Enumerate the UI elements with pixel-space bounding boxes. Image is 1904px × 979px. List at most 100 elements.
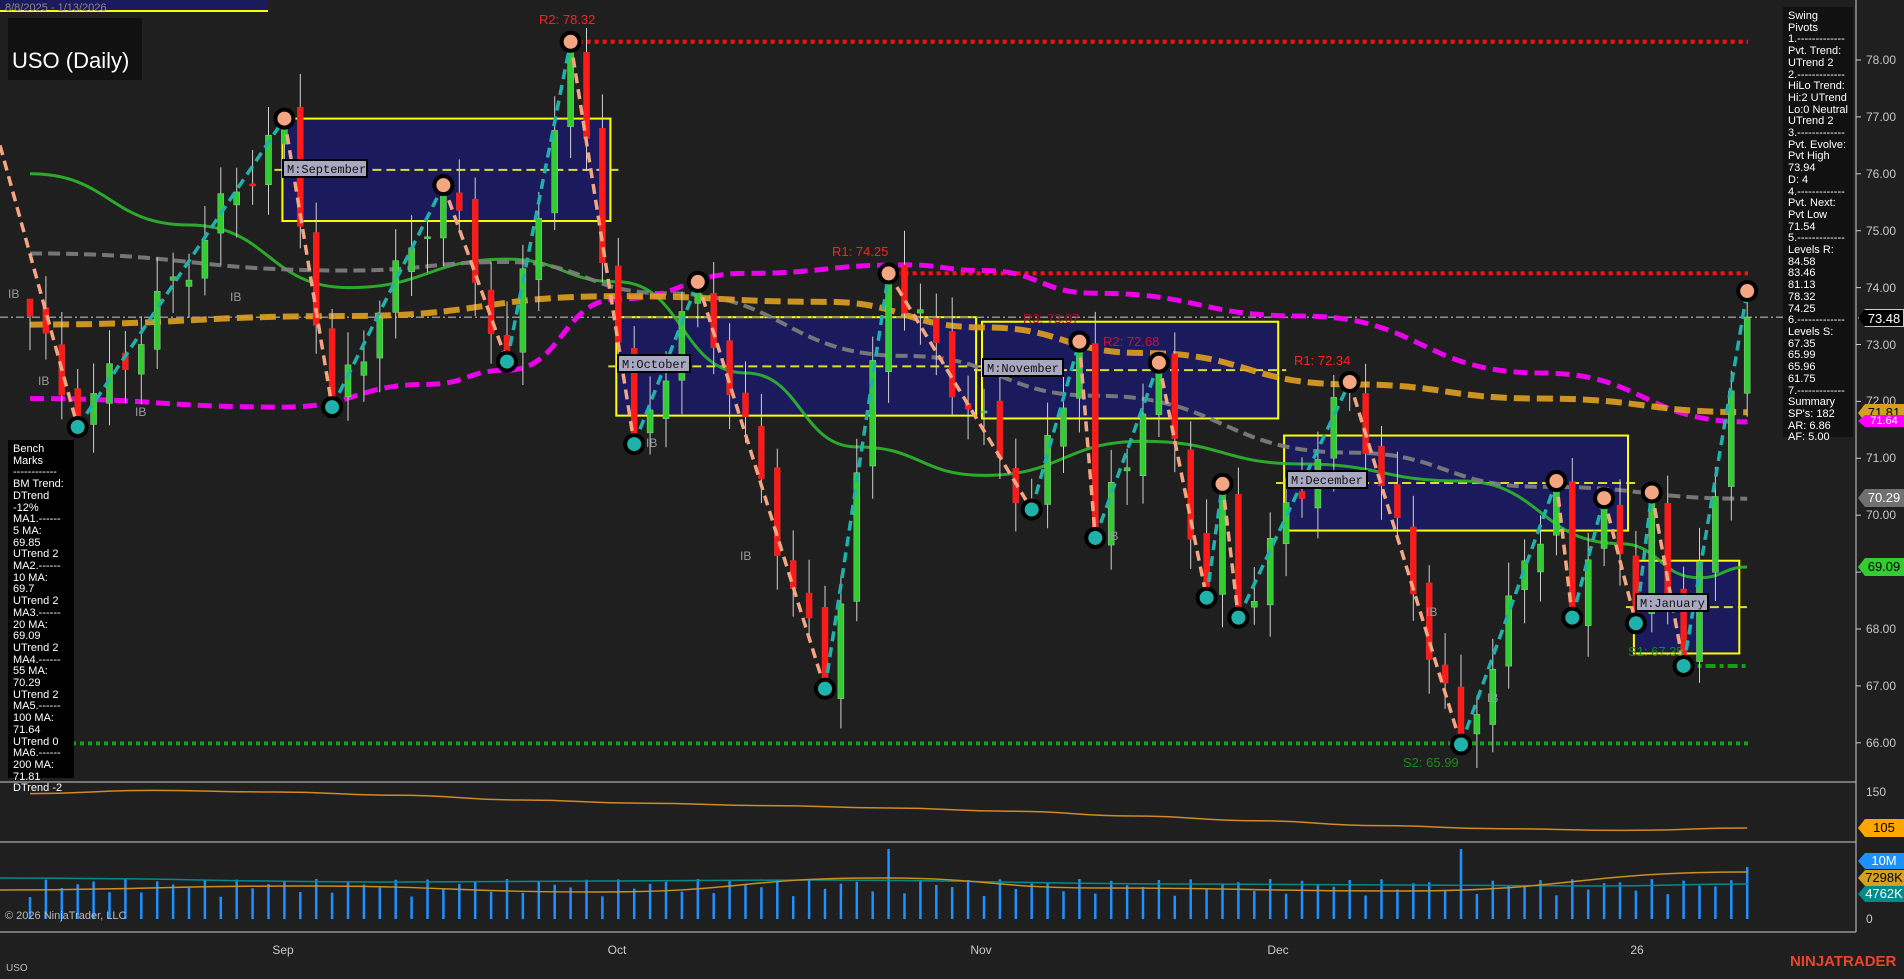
copyright: © 2026 NinjaTrader, LLC	[5, 910, 127, 922]
panel-line: 71.64	[13, 723, 41, 736]
level-label-s1: S1: 67.35	[1628, 644, 1684, 659]
date-label-sep: Sep	[272, 943, 294, 957]
candle-body	[26, 298, 34, 317]
swing-pivots-panel: Swing Pivots 1.------------- Pvt. Trend: UT…	[1783, 7, 1853, 443]
panel-line: MA2.------	[13, 560, 61, 573]
volume-ma1-line	[0, 871, 1749, 893]
price-tick: 77.00	[1866, 109, 1897, 124]
level-label-r2: R2: 78.32	[539, 12, 595, 27]
candle-body	[837, 603, 845, 699]
candle-body	[933, 317, 940, 343]
volume-tag: 10M	[1858, 853, 1904, 869]
level-label-r3: R3: 73.07	[1023, 311, 1079, 326]
panel-line: 70.29	[13, 677, 41, 690]
candle-body	[805, 592, 813, 619]
pivot-high-marker	[1147, 351, 1170, 374]
pivot-low-marker	[66, 416, 89, 439]
candle-body	[1060, 407, 1067, 447]
pivot-low-marker	[1084, 526, 1107, 549]
candle-body	[153, 291, 161, 350]
panel-line: 5 MA:	[13, 524, 42, 537]
indicator-tag: 105	[1858, 819, 1904, 837]
candle-body	[1330, 397, 1338, 459]
candle-body	[948, 331, 956, 398]
panel-line: Bench Marks	[13, 443, 45, 467]
svg-text:M:September: M:September	[287, 163, 366, 177]
month-label-december: M:December	[1286, 470, 1368, 489]
pivot-low-marker	[1624, 612, 1647, 635]
date-label-nov: Nov	[970, 943, 992, 957]
pivot-high-marker	[686, 270, 709, 293]
panel-line: SP's: 182	[1788, 407, 1835, 420]
volume-panel	[0, 849, 1749, 919]
pivot-high-marker	[1545, 470, 1568, 493]
pivot-high-marker	[1211, 472, 1234, 495]
panel-line: 61.75	[1788, 372, 1816, 385]
panel-line: 78.32	[1788, 290, 1816, 303]
panel-line: UTrend 2	[1788, 56, 1834, 69]
symbol-label: USO	[6, 963, 28, 974]
pivot-high-marker	[1736, 280, 1759, 303]
candle-body	[551, 130, 558, 214]
candle-body	[1266, 537, 1274, 606]
panel-line: Levels S:	[1788, 325, 1834, 338]
panel-line: 3.-------------	[1788, 127, 1845, 140]
panel-line: 200 MA:	[13, 758, 54, 771]
zigzag-leg-up	[76, 117, 286, 428]
panel-line: Swing Pivots	[1788, 10, 1818, 34]
panel-line: Levels R:	[1788, 244, 1834, 257]
ninjatrader-logo: NINJATRADER	[1790, 953, 1897, 970]
indicator-line	[29, 789, 1748, 832]
candle-body	[1139, 413, 1147, 476]
date-label-dec: Dec	[1267, 943, 1289, 957]
panel-line: D: 4	[1788, 173, 1809, 186]
volume-ma1-tag: 7298K	[1858, 870, 1904, 886]
volume-ma2-tag: 4762K	[1858, 886, 1904, 902]
candle-body	[758, 426, 765, 479]
pivot-high-marker	[559, 30, 582, 53]
indicator-panel	[29, 789, 1748, 832]
month-label-november: M:November	[982, 358, 1064, 377]
volume-ma2-line	[0, 877, 1749, 887]
price-tick: 68.00	[1866, 622, 1897, 636]
ib-label: IB	[740, 549, 751, 563]
price-tick: 75.00	[1866, 223, 1897, 238]
svg-text:M:October: M:October	[622, 358, 687, 372]
candle-body	[1712, 496, 1719, 573]
ib-label: IB	[230, 290, 241, 304]
price-tick: 76.00	[1866, 166, 1897, 181]
axis-tick: 0	[1866, 912, 1873, 926]
price-tick: 73.00	[1866, 337, 1897, 352]
price-tick: 78.00	[1866, 53, 1897, 67]
date-label-jan: 26	[1630, 943, 1644, 957]
svg-text:M:January: M:January	[1640, 597, 1705, 611]
level-label-r1: R1: 74.25	[832, 244, 888, 259]
pivot-low-marker	[1020, 498, 1043, 521]
pivot-high-marker	[1640, 481, 1663, 504]
candle-body	[408, 247, 415, 273]
pivot-low-marker	[1672, 654, 1695, 677]
candle-body	[424, 236, 431, 239]
date-label-oct: Oct	[607, 943, 627, 957]
candle-body	[1394, 484, 1401, 518]
bench-marks-panel: Bench Marks ------------ BM Trend: DTrend -…	[8, 440, 74, 794]
candle-body	[376, 317, 384, 359]
pivot-low-marker	[1561, 606, 1584, 629]
price-tick: 70.00	[1866, 508, 1897, 523]
pivot-high-marker	[1338, 371, 1361, 394]
month-label-january: M:January	[1635, 593, 1709, 612]
price-tick: 74.00	[1866, 280, 1897, 295]
price-chart[interactable]: R2: 78.32 R1: 74.25 R3: 73.07 R2: 72.68 …	[0, 0, 1904, 979]
ib-label: IB	[1487, 691, 1498, 705]
pivot-high-marker	[1593, 487, 1616, 510]
candle-body	[662, 380, 670, 420]
panel-line: AF: 5.00	[1788, 431, 1830, 444]
candle-body	[726, 340, 733, 396]
ib-label: IB	[646, 436, 657, 450]
price-tick: 66.00	[1866, 735, 1897, 750]
level-label-r1b: R1: 72.34	[1294, 353, 1350, 368]
pivot-low-marker	[321, 396, 344, 419]
panel-line: UTrend 2	[13, 641, 59, 654]
panel-line: Pvt Low	[1788, 208, 1828, 221]
date-range: 8/8/2025 - 1/13/2026	[5, 2, 107, 14]
